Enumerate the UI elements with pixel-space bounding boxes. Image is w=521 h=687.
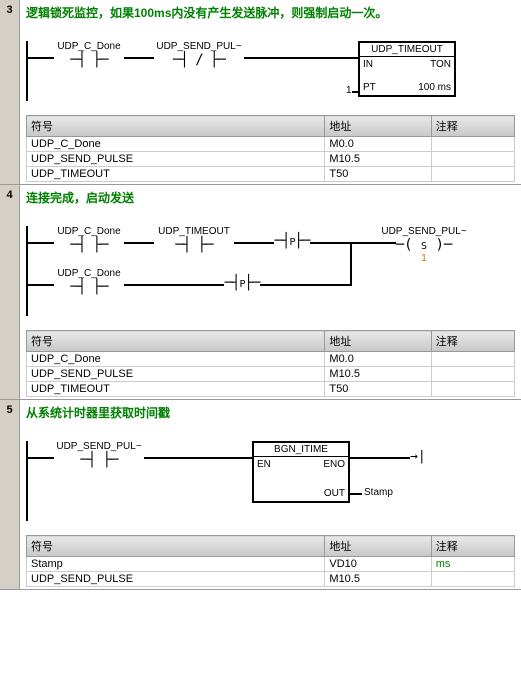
pt-value: 1 xyxy=(346,85,352,96)
table-row: UDP_TIMEOUTT50 xyxy=(27,382,515,397)
contact-no: UDP_C_Done─┤ ├─ xyxy=(54,268,124,295)
coil-set: UDP_SEND_PUL~ ─( S )─ 1 xyxy=(378,226,470,264)
table-row: UDP_C_DoneM0.0 xyxy=(27,352,515,367)
symbol-table: 符号地址注释 UDP_C_DoneM0.0 UDP_SEND_PULSEM10.… xyxy=(26,330,515,397)
rung-number: 4 xyxy=(0,185,20,399)
function-block: BGN_ITIME ENENO OUT xyxy=(252,441,350,503)
table-row: UDP_SEND_PULSEM10.5 xyxy=(27,152,515,167)
symbol-table: 符号地址注释 UDP_C_DoneM0.0 UDP_SEND_PULSEM10.… xyxy=(26,115,515,182)
rung-title: 逻辑锁死监控，如果100ms内没有产生发送脉冲，则强制启动一次。 xyxy=(26,4,515,21)
contact-no: UDP_C_Done─┤ ├─ xyxy=(54,226,124,253)
rung-3: 3 逻辑锁死监控，如果100ms内没有产生发送脉冲，则强制启动一次。 UDP_C… xyxy=(0,0,521,185)
rung-body: 连接完成，启动发送 UDP_C_Done─┤ ├─ UDP_TIMEOUT─┤ … xyxy=(20,185,521,399)
out-value: Stamp xyxy=(364,487,393,498)
rung-body: 从系统计时器里获取时间戳 UDP_SEND_PUL~─┤ ├─ BGN_ITIM… xyxy=(20,400,521,589)
contact-p: ─┤P├─ xyxy=(224,275,260,291)
not-icon: →| xyxy=(410,449,424,464)
symbol-table: 符号地址注释 StampVD10ms UDP_SEND_PULSEM10.5 xyxy=(26,535,515,587)
table-row: StampVD10ms xyxy=(27,557,515,572)
contact-no: UDP_TIMEOUT─┤ ├─ xyxy=(154,226,234,253)
rung-title: 连接完成，启动发送 xyxy=(26,189,515,206)
rung-title: 从系统计时器里获取时间戳 xyxy=(26,404,515,421)
table-row: UDP_TIMEOUTT50 xyxy=(27,167,515,182)
rung-number: 3 xyxy=(0,0,20,184)
rung-number: 5 xyxy=(0,400,20,589)
contact-no: UDP_C_Done ─┤ ├─ xyxy=(54,41,124,68)
contact-nc: UDP_SEND_PUL~ ─┤ / ├─ xyxy=(154,41,244,68)
contact-p: ─┤P├─ xyxy=(274,233,310,249)
ladder-diagram: UDP_SEND_PUL~─┤ ├─ BGN_ITIME ENENO OUT →… xyxy=(26,427,515,527)
table-row: UDP_C_DoneM0.0 xyxy=(27,137,515,152)
ladder-diagram: UDP_C_Done ─┤ ├─ UDP_SEND_PUL~ ─┤ / ├─ U… xyxy=(26,27,515,107)
ladder-diagram: UDP_C_Done─┤ ├─ UDP_TIMEOUT─┤ ├─ ─┤P├─ U… xyxy=(26,212,515,322)
table-row: UDP_SEND_PULSEM10.5 xyxy=(27,367,515,382)
table-row: UDP_SEND_PULSEM10.5 xyxy=(27,572,515,587)
contact-no: UDP_SEND_PUL~─┤ ├─ xyxy=(54,441,144,468)
rung-body: 逻辑锁死监控，如果100ms内没有产生发送脉冲，则强制启动一次。 UDP_C_D… xyxy=(20,0,521,184)
rung-5: 5 从系统计时器里获取时间戳 UDP_SEND_PUL~─┤ ├─ BGN_IT… xyxy=(0,400,521,590)
rung-4: 4 连接完成，启动发送 UDP_C_Done─┤ ├─ UDP_TIMEOUT─… xyxy=(0,185,521,400)
timer-block: UDP_TIMEOUT INTON PT100 ms xyxy=(358,41,456,97)
